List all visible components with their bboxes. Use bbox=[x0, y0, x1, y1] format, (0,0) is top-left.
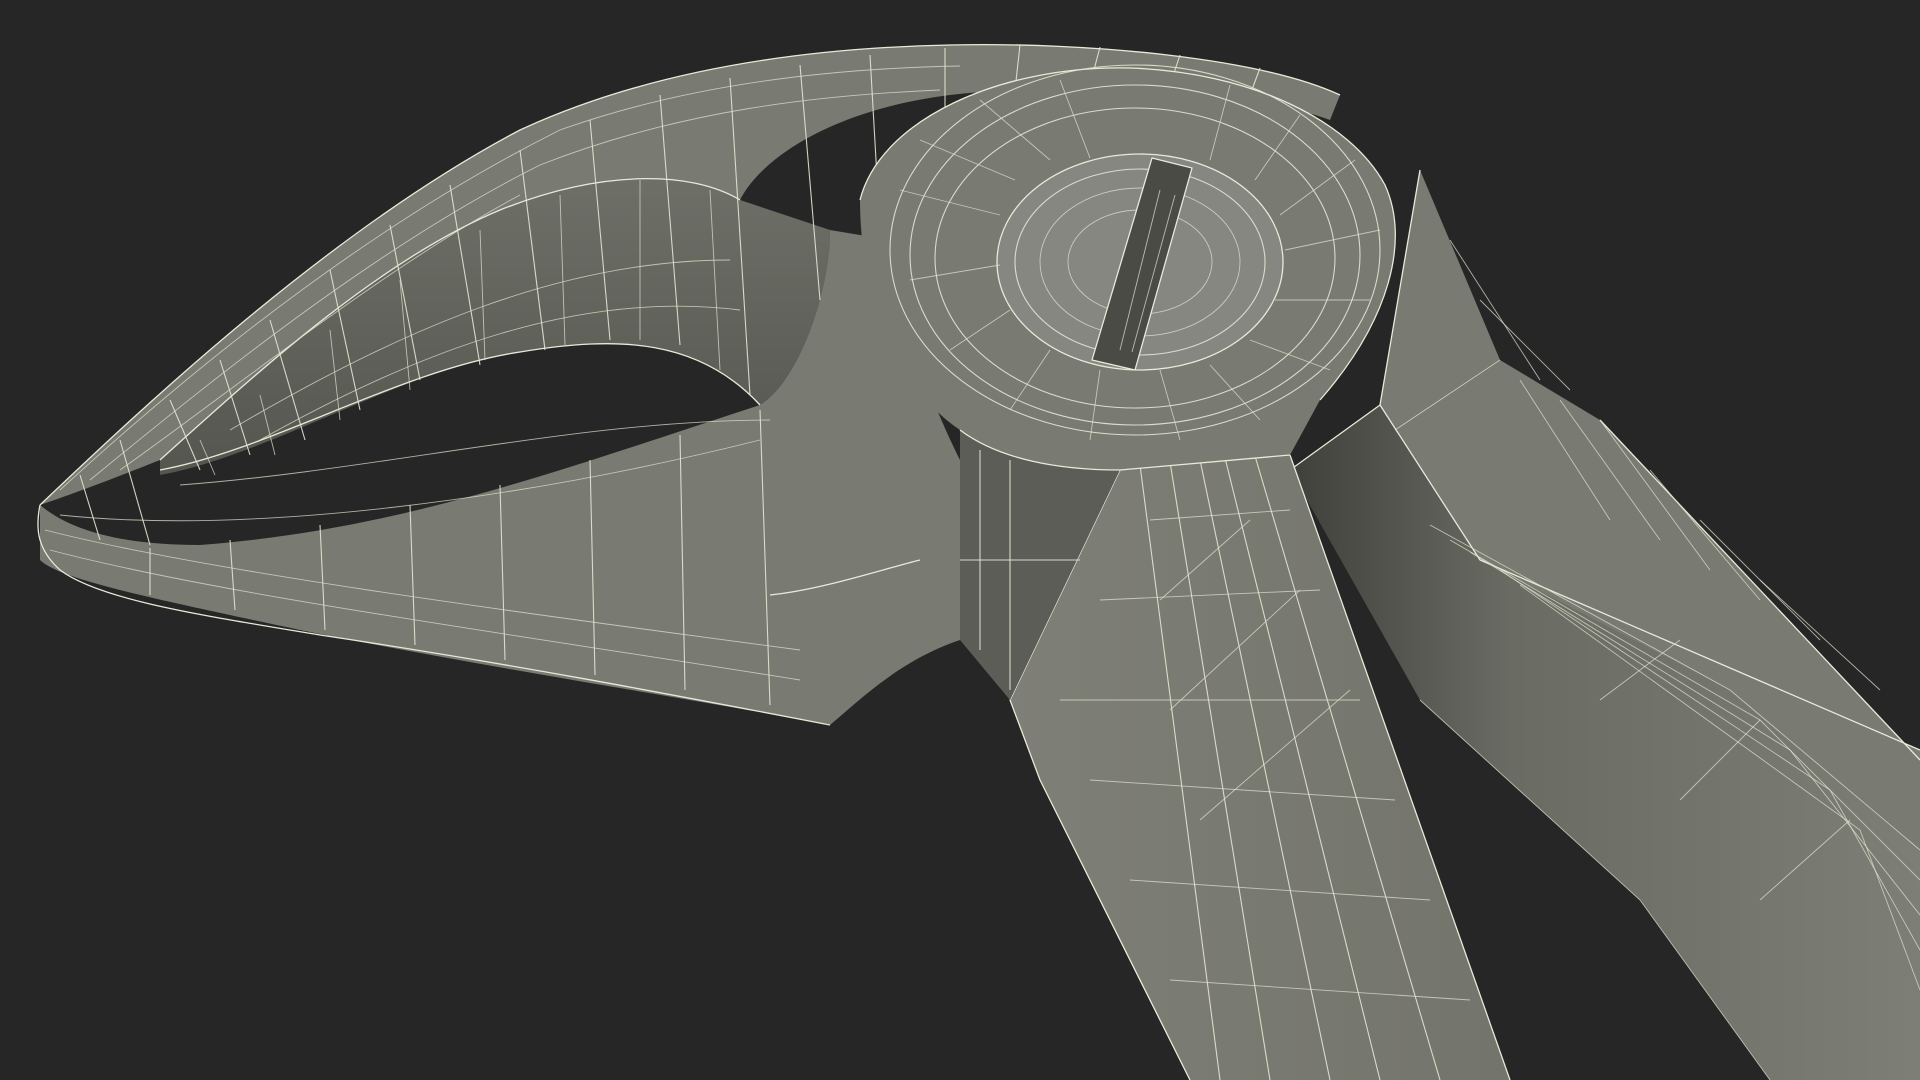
3d-viewport[interactable] bbox=[0, 0, 1920, 1080]
pliers-wireframe-model bbox=[37, 44, 1920, 1080]
